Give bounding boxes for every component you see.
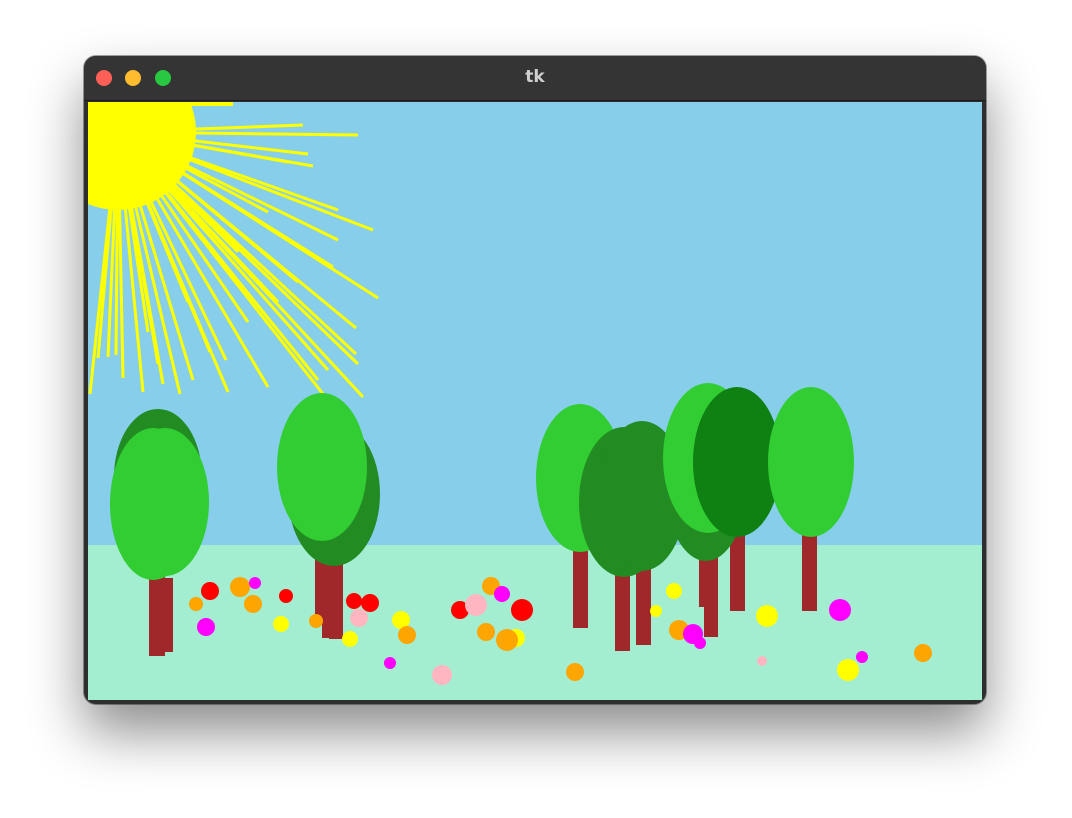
scene-svg — [88, 102, 982, 700]
title-bar[interactable]: tk — [84, 56, 986, 101]
sun-top-edge — [88, 102, 233, 106]
tree-canopy — [277, 393, 367, 541]
tree-canopy — [693, 387, 781, 537]
tree-canopy — [121, 428, 209, 576]
drawing-canvas[interactable] — [88, 102, 982, 700]
app-window: tk — [84, 56, 986, 704]
tree-canopy — [768, 387, 854, 537]
window-title: tk — [525, 67, 545, 87]
